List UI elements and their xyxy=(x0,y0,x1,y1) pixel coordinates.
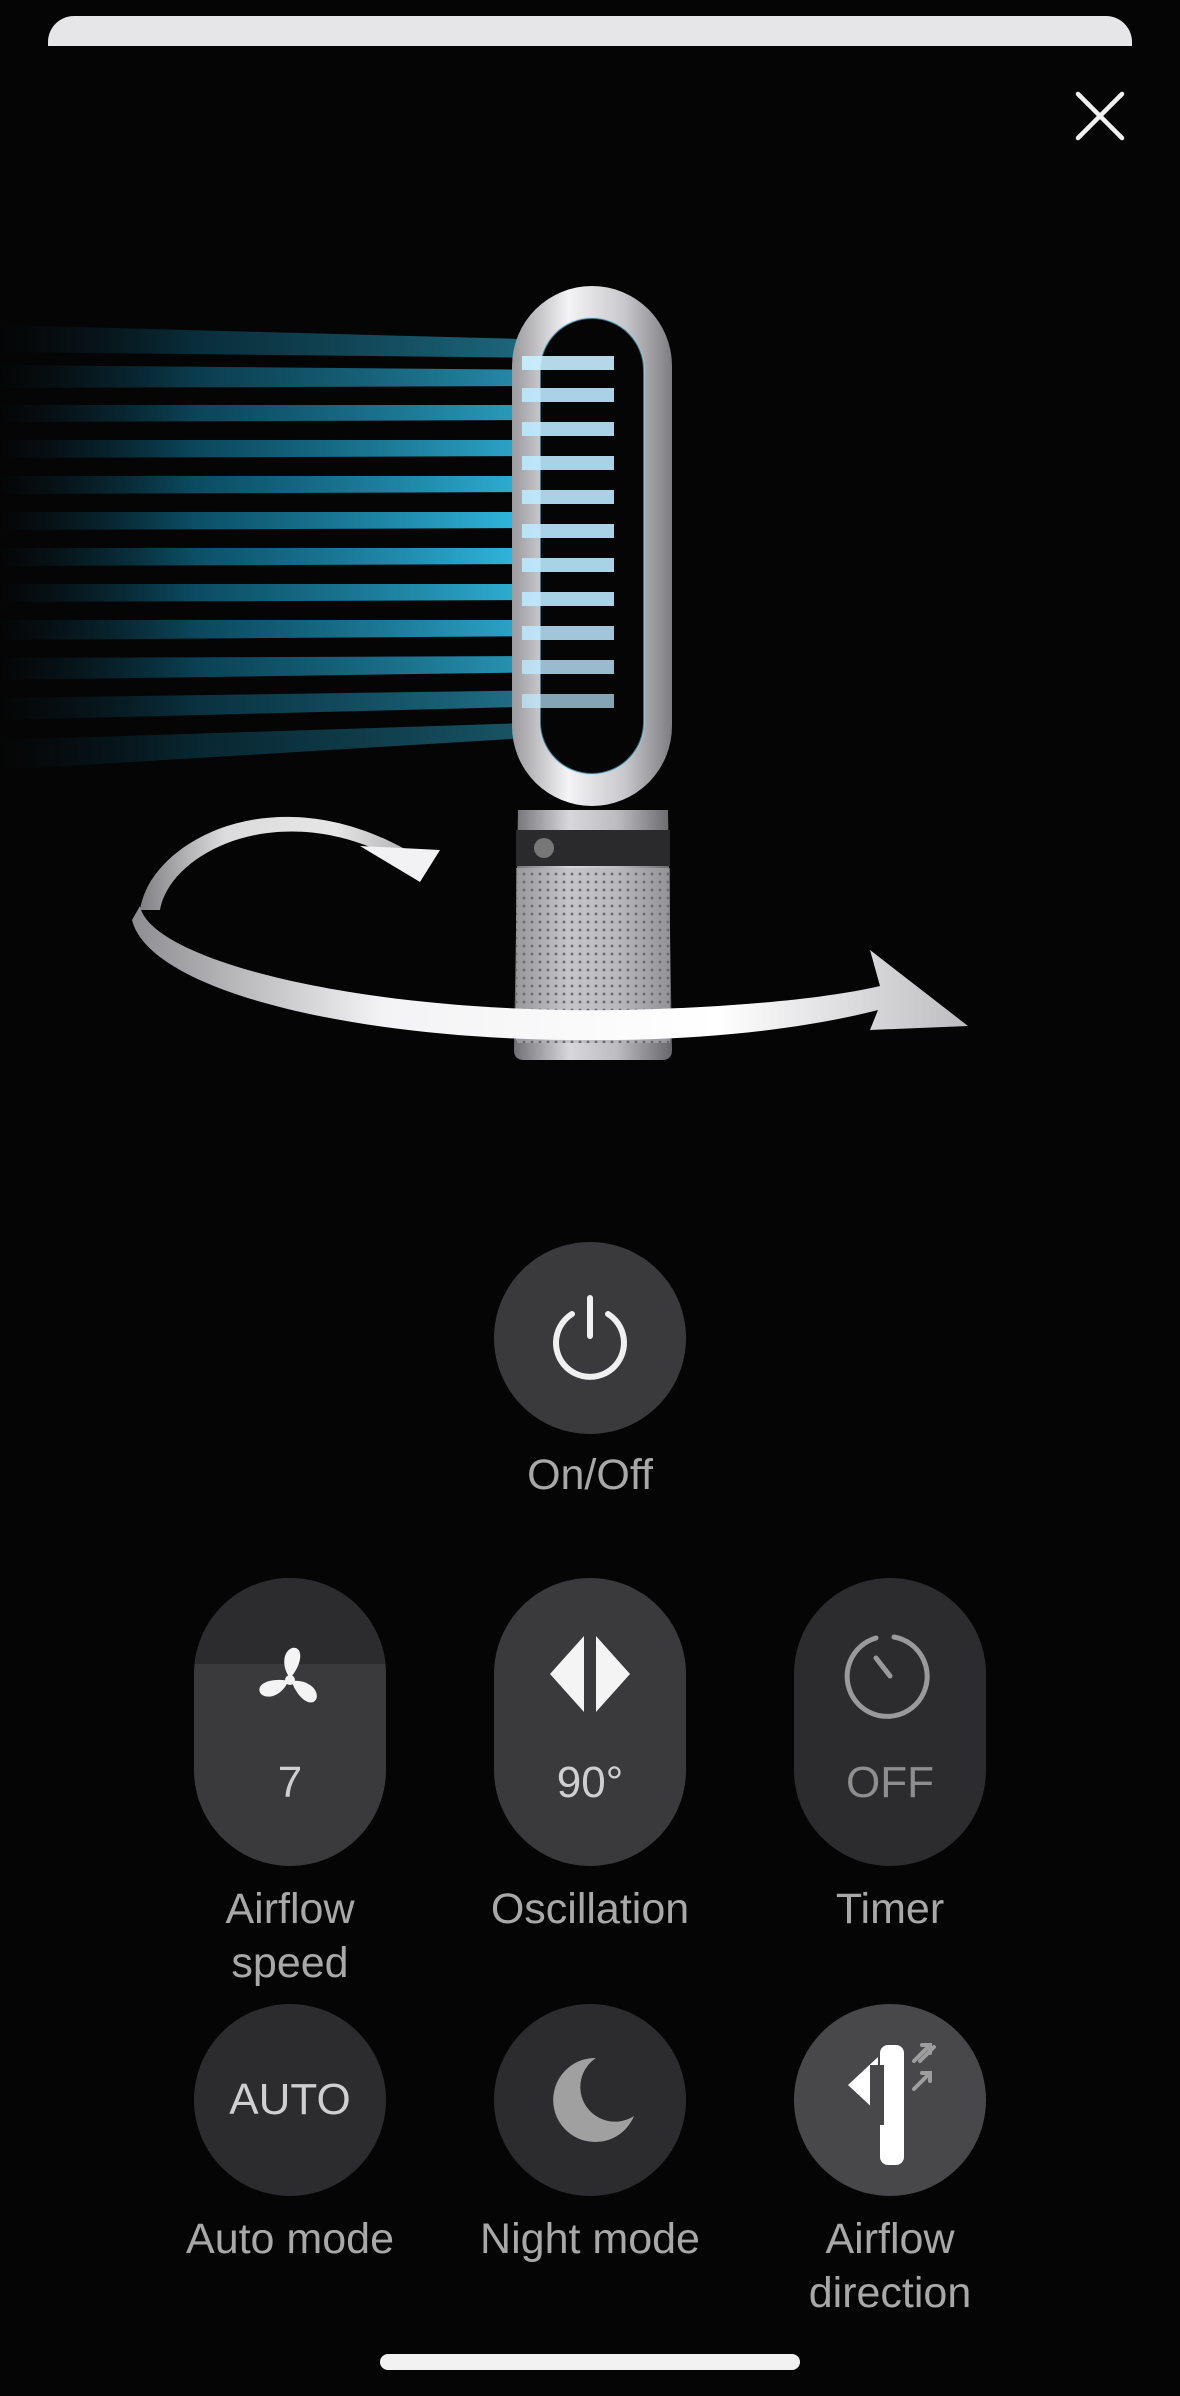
moon-icon xyxy=(553,2057,634,2142)
fan-loop xyxy=(512,286,672,806)
power-label: On/Off xyxy=(527,1451,653,1499)
home-indicator xyxy=(380,2354,800,2370)
timer-label: Timer xyxy=(835,1885,945,1933)
oscillation-button[interactable]: 90° xyxy=(494,1578,686,1866)
timer-button[interactable]: OFF xyxy=(794,1578,986,1866)
oscillation-label: Oscillation xyxy=(490,1885,690,1933)
close-icon xyxy=(1075,91,1125,141)
airflow-speed-button[interactable]: 7 xyxy=(194,1578,386,1866)
timer-value: OFF xyxy=(846,1758,934,1807)
airflow-streams xyxy=(0,325,560,770)
night-mode-label: Night mode xyxy=(480,2215,700,2263)
oscillation-value: 90° xyxy=(556,1758,624,1807)
timer-icon xyxy=(844,1634,930,1719)
airflow-speed-label: Airflow speed xyxy=(225,1885,355,1987)
auto-mode-label: Auto mode xyxy=(186,2215,394,2263)
power-button[interactable] xyxy=(494,1242,686,1434)
airflow-direction-icon xyxy=(848,2043,936,2165)
oscillation-icon xyxy=(550,1636,630,1712)
night-mode-button[interactable] xyxy=(494,2004,686,2196)
airflow-speed-value: 7 xyxy=(277,1758,303,1807)
close-button[interactable] xyxy=(1070,86,1130,146)
fan-illustration xyxy=(0,286,968,1060)
fan-icon xyxy=(259,1647,317,1703)
sheet-grabber-edge xyxy=(48,16,1132,46)
airflow-direction-label: Airflow direction xyxy=(808,2215,972,2317)
auto-mode-button[interactable]: AUTO xyxy=(194,2004,386,2196)
auto-mode-value: AUTO xyxy=(229,2075,351,2124)
airflow-direction-button[interactable] xyxy=(794,2004,986,2196)
power-icon xyxy=(553,1295,627,1380)
rotation-arrow-back xyxy=(140,816,420,910)
